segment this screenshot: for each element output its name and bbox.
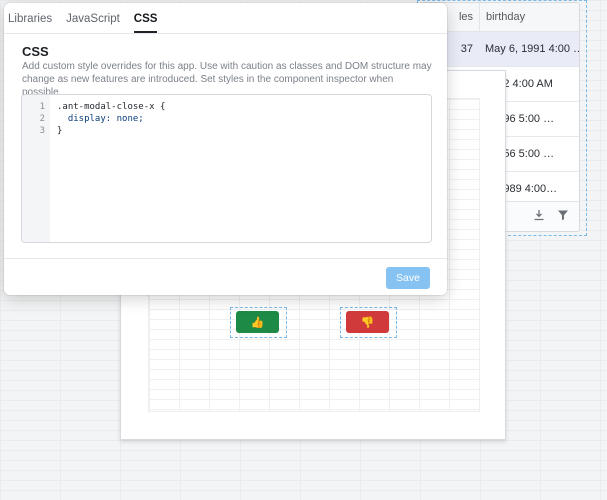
app-settings-modal: Libraries JavaScript CSS CSS Add custom … [4, 3, 447, 295]
column-header-birthday[interactable]: birthday [479, 3, 579, 31]
code-line: } [57, 126, 63, 136]
settings-tabs: Libraries JavaScript CSS [4, 3, 447, 34]
css-code-editor[interactable]: 1 2 3 .ant-modal-close-x { display: none… [21, 94, 432, 243]
line-number-gutter: 1 2 3 [22, 95, 50, 242]
line-number: 2 [39, 114, 45, 124]
code-line: .ant-modal-close-x { [57, 102, 166, 112]
tab-libraries[interactable]: Libraries [8, 13, 52, 33]
section-title: CSS [22, 44, 49, 59]
thumbs-up-icon: 👍 [250, 316, 265, 329]
tab-css[interactable]: CSS [133, 13, 158, 33]
line-number: 1 [39, 102, 45, 112]
code-line: display: none; [57, 114, 144, 124]
tab-javascript[interactable]: JavaScript [66, 13, 120, 33]
download-icon[interactable] [533, 209, 545, 224]
line-number: 3 [39, 126, 45, 136]
table-cell: May 6, 1991 4:00 … [485, 43, 579, 55]
thumbs-up-button[interactable]: 👍 [236, 311, 279, 333]
save-button[interactable]: Save [386, 267, 430, 289]
modal-footer: Save [4, 258, 447, 295]
thumbs-down-icon: 👎 [360, 316, 375, 329]
filter-icon[interactable] [557, 209, 569, 224]
thumbs-down-button[interactable]: 👎 [346, 311, 389, 333]
code-content[interactable]: .ant-modal-close-x { display: none; } [57, 95, 431, 137]
